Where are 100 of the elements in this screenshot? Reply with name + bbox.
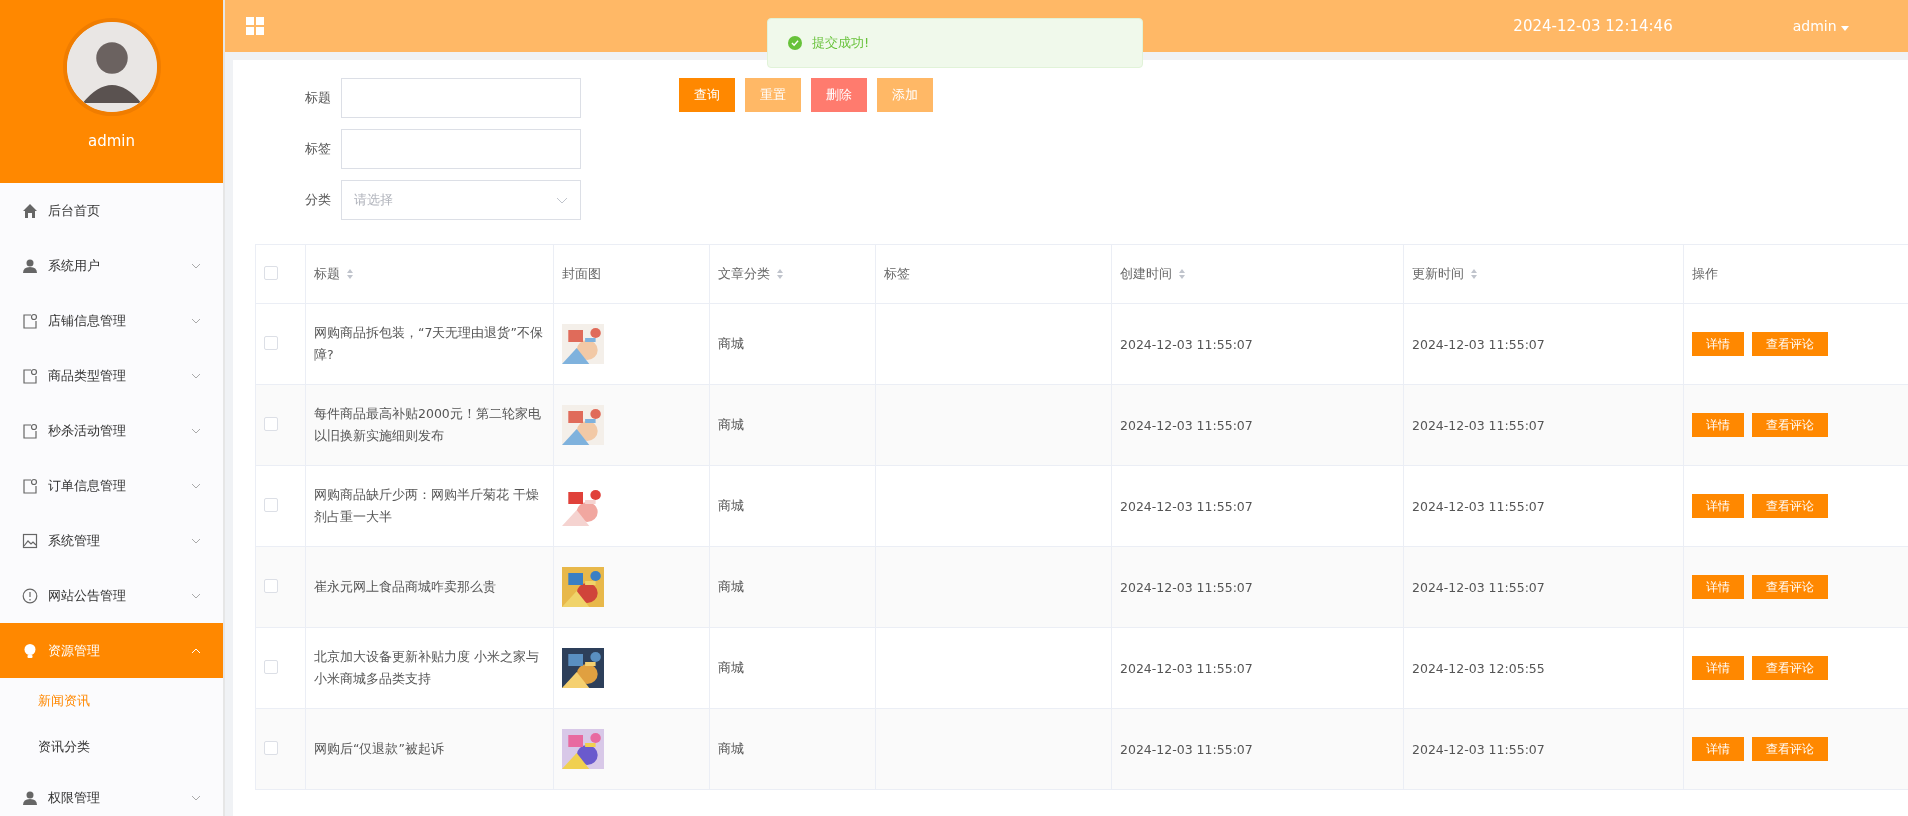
table-cell: 2024-12-03 11:55:07	[1412, 336, 1545, 352]
menu-item[interactable]: 系统用户	[0, 238, 223, 293]
checkbox[interactable]	[264, 335, 278, 350]
checkbox[interactable]	[264, 416, 278, 431]
caret-icon	[1841, 26, 1849, 31]
table-cell-text: 北京加大设备更新补贴力度 小米之家与小米商城多品类支持	[314, 648, 540, 688]
action-button[interactable]: 删除	[811, 78, 867, 112]
image-icon	[22, 532, 38, 549]
row-action-button[interactable]: 详情	[1692, 494, 1744, 518]
table-cell-text: 网购商品缺斤少两：网购半斤菊花 干燥剂占重一大半	[314, 486, 540, 526]
menu-item[interactable]: 资源管理	[0, 623, 223, 678]
column-header: 标题	[314, 265, 340, 283]
table-cell: 2024-12-03 11:55:07	[1120, 417, 1253, 433]
table-cell: 2024-12-03 11:55:07	[1412, 579, 1545, 595]
menu-item[interactable]: 权限管理	[0, 770, 223, 816]
table-cell: 2024-12-03 11:55:07	[1120, 498, 1253, 514]
table-cell: 2024-12-03 11:55:07	[1120, 660, 1253, 676]
chevron-icon	[191, 647, 201, 654]
chevron-icon	[191, 317, 201, 324]
check-icon	[788, 36, 802, 50]
menu-item[interactable]: 网站公告管理	[0, 568, 223, 623]
user-icon	[22, 789, 38, 806]
select-field[interactable]: 请选择	[341, 180, 581, 220]
checkbox[interactable]	[264, 265, 278, 280]
row-action-button[interactable]: 详情	[1692, 413, 1744, 437]
row-action-button[interactable]: 查看评论	[1752, 737, 1828, 761]
table-cell: 商城	[718, 497, 744, 513]
menu-item[interactable]: 店铺信息管理	[0, 293, 223, 348]
table-cell: 2024-12-03 12:05:55	[1412, 660, 1545, 676]
row-action-button[interactable]: 查看评论	[1752, 575, 1828, 599]
row-action-button[interactable]: 查看评论	[1752, 332, 1828, 356]
checkbox[interactable]	[264, 578, 278, 593]
sort-icon[interactable]	[1470, 268, 1478, 280]
submenu-item[interactable]: 新闻资讯	[0, 678, 223, 724]
menu-item[interactable]: 系统管理	[0, 513, 223, 568]
chevron-icon	[191, 482, 201, 489]
table-cell-text: 网购后“仅退款”被起诉	[314, 740, 445, 758]
table-cell-text: 网购商品拆包装，“7天无理由退货”不保障?	[314, 324, 544, 364]
sort-icon[interactable]	[776, 268, 784, 280]
chevron-icon	[556, 196, 568, 204]
checkbox[interactable]	[264, 659, 278, 674]
row-action-button[interactable]: 详情	[1692, 656, 1744, 680]
row-action-button[interactable]: 详情	[1692, 737, 1744, 761]
table-cell: 2024-12-03 11:55:07	[1412, 498, 1545, 514]
chevron-icon	[191, 262, 201, 269]
action-button[interactable]: 重置	[745, 78, 801, 112]
table-cell: 2024-12-03 11:55:07	[1412, 417, 1545, 433]
field-label: 标题	[304, 89, 331, 107]
checkbox[interactable]	[264, 740, 278, 755]
home-icon	[22, 202, 38, 219]
column-header: 封面图	[562, 265, 601, 283]
column-header: 文章分类	[718, 265, 770, 283]
action-button[interactable]: 查询	[679, 78, 735, 112]
table-cell: 2024-12-03 11:55:07	[1120, 336, 1253, 352]
user-icon	[22, 257, 38, 274]
column-header: 更新时间	[1412, 265, 1464, 283]
field-label: 标签	[304, 140, 331, 158]
menu-item[interactable]: 秒杀活动管理	[0, 403, 223, 458]
table-cell: 商城	[718, 578, 744, 594]
sort-icon[interactable]	[1178, 268, 1186, 280]
chevron-icon	[191, 592, 201, 599]
row-action-button[interactable]: 查看评论	[1752, 494, 1828, 518]
table-cell: 商城	[718, 659, 744, 675]
submenu-item[interactable]: 资讯分类	[0, 724, 223, 770]
menu-item[interactable]: 后台首页	[0, 183, 223, 238]
table-cell: 商城	[718, 416, 744, 432]
row-action-button[interactable]: 详情	[1692, 332, 1744, 356]
doc-icon	[22, 367, 38, 384]
input-field[interactable]	[341, 129, 581, 169]
column-header: 创建时间	[1120, 265, 1172, 283]
column-header: 操作	[1692, 265, 1718, 283]
action-button[interactable]: 添加	[877, 78, 933, 112]
row-action-button[interactable]: 查看评论	[1752, 413, 1828, 437]
menu-item[interactable]: 商品类型管理	[0, 348, 223, 403]
field-label: 分类	[304, 191, 331, 209]
sort-icon[interactable]	[346, 268, 354, 280]
toast-message: 提交成功!	[812, 34, 870, 52]
menu-item[interactable]: 订单信息管理	[0, 458, 223, 513]
user-menu[interactable]: admin	[1792, 18, 1849, 34]
info-icon	[22, 587, 38, 604]
chevron-icon	[191, 537, 201, 544]
doc-icon	[22, 477, 38, 494]
table-cell: 商城	[718, 740, 744, 756]
input-field[interactable]	[341, 78, 581, 118]
chevron-icon	[191, 794, 201, 801]
doc-icon	[22, 312, 38, 329]
table-cell: 2024-12-03 11:55:07	[1412, 741, 1545, 757]
row-action-button[interactable]: 查看评论	[1752, 656, 1828, 680]
grid-icon[interactable]	[245, 16, 265, 36]
table-cell-text: 每件商品最高补贴2000元！第二轮家电以旧换新实施细则发布	[314, 405, 542, 445]
column-header: 标签	[884, 265, 910, 283]
table-cell: 2024-12-03 11:55:07	[1120, 741, 1253, 757]
chevron-icon	[191, 372, 201, 379]
user-name: admin	[88, 132, 135, 150]
row-action-button[interactable]: 详情	[1692, 575, 1744, 599]
doc-icon	[22, 422, 38, 439]
checkbox[interactable]	[264, 497, 278, 512]
chevron-icon	[191, 427, 201, 434]
date-time: 2024-12-03 12:14:46	[1513, 17, 1673, 35]
table-cell-text: 崔永元网上食品商城咋卖那么贵	[314, 578, 497, 596]
